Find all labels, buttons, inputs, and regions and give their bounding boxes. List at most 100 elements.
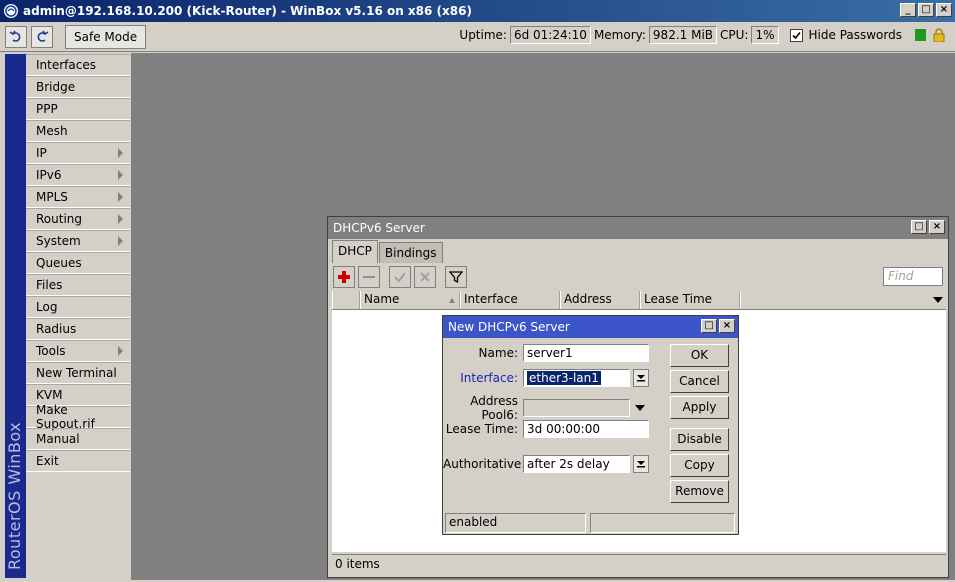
submenu-arrow-icon xyxy=(118,346,123,356)
window-title: admin@192.168.10.200 (Kick-Router) - Win… xyxy=(23,4,472,18)
menu-item-label: Mesh xyxy=(36,123,68,138)
dhcpv6-maximize-button[interactable]: □ xyxy=(911,220,927,234)
winbox-icon xyxy=(4,4,18,18)
disable-button[interactable] xyxy=(414,266,436,288)
disable-item-button[interactable]: Disable xyxy=(670,428,729,451)
status-area: Uptime: 6d 01:24:10 Memory: 982.1 MiB CP… xyxy=(459,26,945,44)
name-label: Name: xyxy=(478,346,518,360)
minus-icon xyxy=(363,276,375,278)
find-input[interactable]: Find xyxy=(883,267,943,286)
menu-item-label: Make Supout.rif xyxy=(36,402,95,431)
lease-time-label: Lease Time: xyxy=(445,422,518,436)
dialog-title: New DHCPv6 Server xyxy=(448,320,570,334)
menu-item-bridge[interactable]: Bridge xyxy=(26,76,130,98)
uptime-value: 6d 01:24:10 xyxy=(509,26,591,44)
column-dropdown-icon[interactable] xyxy=(933,297,943,303)
menu-item-ip[interactable]: IP xyxy=(26,142,130,164)
interface-label: Interface: xyxy=(460,371,518,385)
menu-item-routing[interactable]: Routing xyxy=(26,208,130,230)
apply-button[interactable]: Apply xyxy=(670,396,729,419)
remove-button[interactable] xyxy=(358,266,380,288)
remove-item-button[interactable]: Remove xyxy=(670,480,729,503)
menu-item-mpls[interactable]: MPLS xyxy=(26,186,130,208)
menu-item-make-supout-rif[interactable]: Make Supout.rif xyxy=(26,402,130,431)
dhcpv6-window-title-bar: DHCPv6 Server □ × xyxy=(328,217,948,239)
menu-item-mesh[interactable]: Mesh xyxy=(26,120,130,142)
menu-item-label: Radius xyxy=(36,321,77,336)
menu-item-manual[interactable]: Manual xyxy=(26,428,130,450)
interface-dropdown-button[interactable] xyxy=(633,369,649,387)
address-pool6-label: Address Pool6: xyxy=(470,394,518,422)
menu-item-new-terminal[interactable]: New Terminal xyxy=(26,362,130,384)
minimize-button[interactable]: _ xyxy=(900,3,916,17)
menu-item-ipv6[interactable]: IPv6 xyxy=(26,164,130,186)
menu-item-label: MPLS xyxy=(36,189,68,204)
memory-label: Memory: xyxy=(593,28,646,42)
menu-item-label: IPv6 xyxy=(36,167,62,182)
safe-mode-button[interactable]: Safe Mode xyxy=(65,24,147,49)
lock-icon xyxy=(933,28,945,43)
menu-item-system[interactable]: System xyxy=(26,230,130,252)
address-pool6-dropdown-icon[interactable] xyxy=(635,405,645,411)
authoritative-label: Authoritative: xyxy=(443,457,526,471)
close-button[interactable]: × xyxy=(936,3,952,17)
authoritative-dropdown-button[interactable] xyxy=(633,455,649,473)
submenu-arrow-icon xyxy=(118,148,123,158)
dialog-status-bar: enabled xyxy=(445,513,736,533)
redo-button[interactable] xyxy=(31,25,53,48)
submenu-arrow-icon xyxy=(118,192,123,202)
menu-item-exit[interactable]: Exit xyxy=(26,450,130,472)
menu-item-label: Interfaces xyxy=(36,57,96,72)
add-button[interactable] xyxy=(333,266,355,288)
main-menu: Interfaces Bridge PPP Mesh IP IPv6 MPLS Routing… xyxy=(26,54,130,472)
menu-item-files[interactable]: Files xyxy=(26,274,130,296)
app-title-bar: admin@192.168.10.200 (Kick-Router) - Win… xyxy=(0,0,955,22)
submenu-arrow-icon xyxy=(118,236,123,246)
table-header: Name Interface Address Pool6 Lease Time xyxy=(332,291,946,323)
dialog-close-button[interactable]: × xyxy=(719,319,735,333)
interface-select[interactable]: ether3-lan1 xyxy=(523,369,630,387)
ok-button[interactable]: OK xyxy=(670,344,729,367)
maximize-button[interactable]: □ xyxy=(918,3,934,17)
brand-text: RouterOS WinBox xyxy=(5,421,24,570)
menu-item-log[interactable]: Log xyxy=(26,296,130,318)
column-header-filler xyxy=(740,291,946,309)
main-toolbar: Safe Mode Uptime: 6d 01:24:10 Memory: 98… xyxy=(0,22,955,52)
cancel-button[interactable]: Cancel xyxy=(670,370,729,393)
copy-button[interactable]: Copy xyxy=(670,454,729,477)
dhcpv6-close-button[interactable]: × xyxy=(929,220,945,234)
filter-button[interactable] xyxy=(445,266,467,288)
column-header-name[interactable]: Name xyxy=(360,291,460,309)
menu-item-queues[interactable]: Queues xyxy=(26,252,130,274)
enable-button[interactable] xyxy=(389,266,411,288)
column-header-interface[interactable]: Interface xyxy=(460,291,560,309)
new-dhcpv6-server-dialog: New DHCPv6 Server □ × Name: server1 Inte… xyxy=(442,315,739,535)
authoritative-select[interactable]: after 2s delay xyxy=(523,455,630,473)
menu-item-label: Bridge xyxy=(36,79,76,94)
submenu-arrow-icon xyxy=(118,170,123,180)
cpu-label: CPU: xyxy=(720,28,749,42)
dialog-title-bar: New DHCPv6 Server □ × xyxy=(443,316,738,338)
status-indicator-icon xyxy=(915,29,926,41)
sort-ascending-icon xyxy=(449,298,455,303)
menu-item-label: Queues xyxy=(36,255,82,270)
dialog-maximize-button[interactable]: □ xyxy=(701,319,717,333)
menu-item-label: Log xyxy=(36,299,58,314)
tab-dhcp[interactable]: DHCP xyxy=(332,240,378,263)
address-pool6-field[interactable] xyxy=(523,399,630,417)
name-field[interactable]: server1 xyxy=(523,344,649,362)
column-header-lease-time[interactable]: Lease Time xyxy=(640,291,740,309)
tab-bindings[interactable]: Bindings xyxy=(378,242,443,263)
lease-time-field[interactable]: 3d 00:00:00 xyxy=(523,420,649,438)
menu-item-radius[interactable]: Radius xyxy=(26,318,130,340)
brand-strip: RouterOS WinBox xyxy=(5,54,26,578)
menu-item-interfaces[interactable]: Interfaces xyxy=(26,54,130,76)
hide-passwords-checkbox[interactable] xyxy=(789,28,803,42)
menu-item-ppp[interactable]: PPP xyxy=(26,98,130,120)
hide-passwords-label[interactable]: Hide Passwords xyxy=(809,28,902,42)
column-header-address-pool6[interactable]: Address Pool6 xyxy=(560,291,640,323)
item-count: 0 items xyxy=(332,554,946,574)
checkmark-icon xyxy=(791,31,801,39)
menu-item-tools[interactable]: Tools xyxy=(26,340,130,362)
undo-button[interactable] xyxy=(5,25,27,48)
